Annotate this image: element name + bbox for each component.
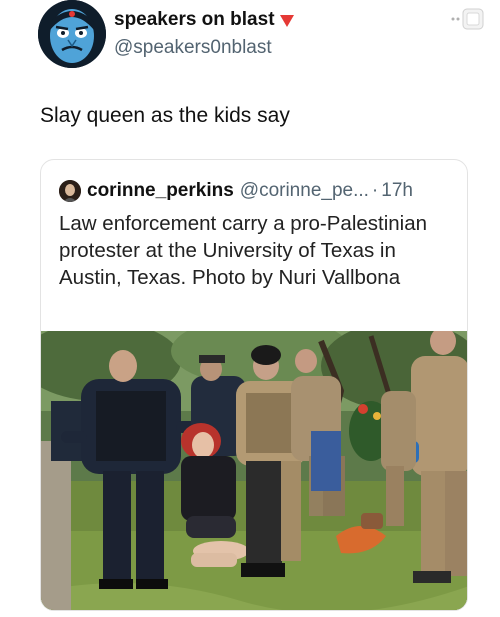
author-handle[interactable]: @speakers0nblast bbox=[114, 37, 272, 59]
quoted-timestamp[interactable]: 17h bbox=[381, 180, 413, 202]
author-name-row: speakers on blast bbox=[114, 9, 294, 31]
author-avatar[interactable] bbox=[38, 0, 106, 68]
tweet-header: speakers on blast @speakers0nblast bbox=[38, 0, 484, 72]
more-options-icon[interactable] bbox=[446, 6, 486, 34]
quoted-tweet-text: Law enforcement carry a pro-Palestinian … bbox=[59, 212, 428, 289]
quoted-tweet-card[interactable]: corinne_perkins @corinne_pe... · 17h Law… bbox=[40, 159, 468, 611]
cartoon-face-avatar bbox=[38, 0, 106, 68]
person-avatar-icon bbox=[59, 180, 81, 202]
red-triangle-icon bbox=[279, 15, 294, 27]
quoted-tweet-header: corinne_perkins @corinne_pe... · 17h bbox=[59, 180, 413, 202]
separator-dot: · bbox=[371, 180, 379, 201]
news-photo[interactable] bbox=[41, 331, 468, 611]
quoted-author-avatar[interactable] bbox=[59, 180, 81, 202]
quoted-author-name[interactable]: corinne_perkins bbox=[87, 180, 234, 202]
author-display-name[interactable]: speakers on blast bbox=[114, 9, 275, 31]
quoted-author-handle[interactable]: @corinne_pe... bbox=[240, 180, 369, 202]
tweet-text: Slay queen as the kids say bbox=[40, 104, 290, 127]
